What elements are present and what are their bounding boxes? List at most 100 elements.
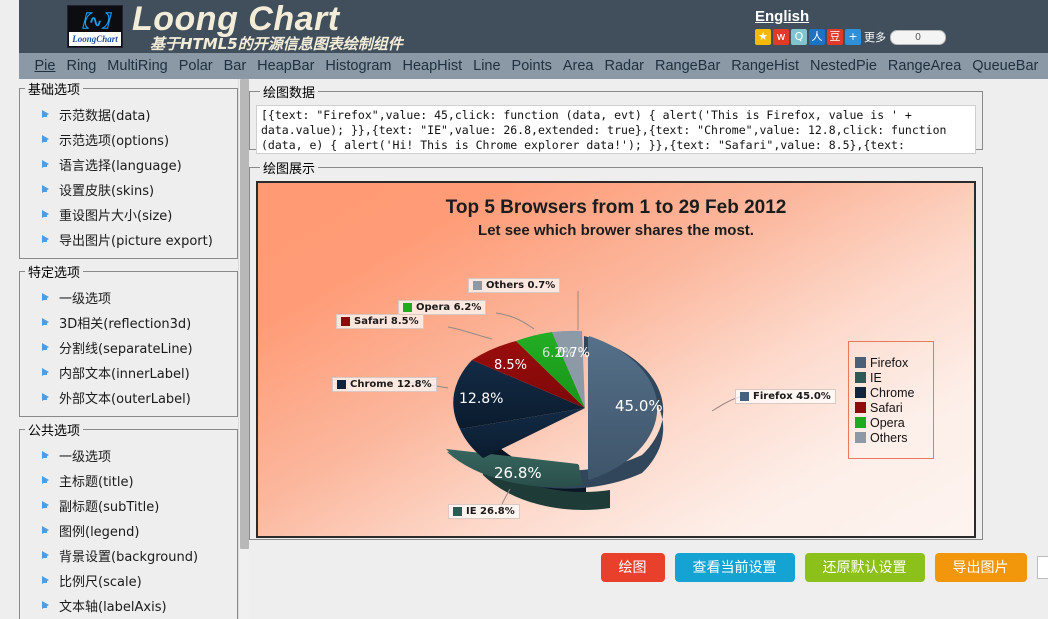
nav-item-heapbar[interactable]: HeapBar xyxy=(252,58,320,74)
sidebar-item-0-2[interactable]: 语言选择(language) xyxy=(20,152,237,177)
inner-label-chrome: 12.8% xyxy=(459,391,503,407)
sidebar-item-label: 语言选择(language) xyxy=(59,155,182,174)
legend-item-others[interactable]: Others xyxy=(855,431,927,445)
sidebar-item-2-3[interactable]: 图例(legend) xyxy=(20,518,237,543)
sidebar-item-1-1[interactable]: 3D相关(reflection3d) xyxy=(20,310,237,335)
legend-item-safari[interactable]: Safari xyxy=(855,401,927,415)
arrow-right-icon xyxy=(42,209,53,220)
arrow-right-icon xyxy=(42,550,53,561)
chart-title: Top 5 Browsers from 1 to 29 Feb 2012 xyxy=(258,197,974,219)
sidebar-item-label: 文本轴(labelAxis) xyxy=(59,596,167,615)
loongchart-logo-icon: 〖∿〗 xyxy=(68,6,122,32)
nav-item-rangebar[interactable]: RangeBar xyxy=(650,58,726,74)
nav-item-radar[interactable]: Radar xyxy=(599,58,650,74)
nav-item-polar[interactable]: Polar xyxy=(173,58,218,74)
nav-item-points[interactable]: Points xyxy=(506,58,557,74)
nav-item-histogram[interactable]: Histogram xyxy=(320,58,397,74)
legend-item-chrome[interactable]: Chrome xyxy=(855,386,927,400)
sidebar-group-0: 基础选项示范数据(data)示范选项(options)语言选择(language… xyxy=(19,79,238,259)
site-header: 〖∿〗 LoongChart Loong Chart 基于HTML5的开源信息图… xyxy=(19,0,1048,53)
share-plus-icon[interactable]: + xyxy=(845,29,861,45)
sidebar-scrollbar-thumb[interactable] xyxy=(240,79,249,549)
legend-item-opera[interactable]: Opera xyxy=(855,416,927,430)
douban-icon[interactable]: 豆 xyxy=(827,29,843,45)
swatch-opera-icon xyxy=(403,303,412,312)
nav-item-area[interactable]: Area xyxy=(557,58,599,74)
chart-canvas[interactable]: Top 5 Browsers from 1 to 29 Feb 2012 Let… xyxy=(256,181,976,538)
nav-item-line[interactable]: Line xyxy=(468,58,506,74)
arrow-right-icon xyxy=(42,292,53,303)
legend-item-label: Safari xyxy=(870,401,903,415)
chart-legend[interactable]: FirefoxIEChromeSafariOperaOthers xyxy=(848,341,934,459)
share-more-label[interactable]: 更多 xyxy=(864,29,886,45)
sidebar-item-0-5[interactable]: 导出图片(picture export) xyxy=(20,227,237,252)
sidebar-item-1-0[interactable]: 一级选项 xyxy=(20,285,237,310)
arrow-right-icon xyxy=(42,342,53,353)
arrow-right-icon xyxy=(42,134,53,145)
sidebar-item-label: 外部文本(outerLabel) xyxy=(59,388,191,407)
nav-item-heaphist[interactable]: HeapHist xyxy=(397,58,468,74)
sidebar-item-1-2[interactable]: 分割线(separateLine) xyxy=(20,335,237,360)
sidebar-item-2-4[interactable]: 背景设置(background) xyxy=(20,543,237,568)
sina-weibo-icon[interactable]: w xyxy=(773,29,789,45)
nav-item-bar[interactable]: Bar xyxy=(218,58,252,74)
nav-item-rangearea[interactable]: RangeArea xyxy=(882,58,966,74)
sidebar-item-label: 分割线(separateLine) xyxy=(59,338,193,357)
swatch-safari-icon xyxy=(341,317,350,326)
swatch-firefox-icon xyxy=(740,392,749,401)
options-sidebar: 基础选项示范数据(data)示范选项(options)语言选择(language… xyxy=(19,79,238,619)
sidebar-scrollbar[interactable] xyxy=(238,79,249,619)
outer-label-chrome-text: Chrome 12.8% xyxy=(350,379,432,390)
outer-label-others-text: Others 0.7% xyxy=(486,280,555,291)
legend-swatch-icon xyxy=(855,432,866,443)
sidebar-group-2: 公共选项一级选项主标题(title)副标题(subTitle)图例(legend… xyxy=(19,420,238,619)
outer-label-safari-text: Safari 8.5% xyxy=(354,316,419,327)
sidebar-item-0-0[interactable]: 示范数据(data) xyxy=(20,102,237,127)
sidebar-item-2-6[interactable]: 文本轴(labelAxis) xyxy=(20,593,237,618)
sidebar-item-2-0[interactable]: 一级选项 xyxy=(20,443,237,468)
share-count: 0 xyxy=(890,30,946,45)
qzone-icon[interactable]: Q xyxy=(791,29,807,45)
chart-subtitle: Let see which brower shares the most. xyxy=(258,222,974,239)
arrow-right-icon xyxy=(42,392,53,403)
sidebar-item-2-5[interactable]: 比例尺(scale) xyxy=(20,568,237,593)
sidebar-item-2-1[interactable]: 主标题(title) xyxy=(20,468,237,493)
nav-item-nestedpie[interactable]: NestedPie xyxy=(805,58,883,74)
sidebar-item-label: 比例尺(scale) xyxy=(59,571,142,590)
arrow-right-icon xyxy=(42,159,53,170)
chart-type-navbar: PieRingMultiRingPolarBarHeapBarHistogram… xyxy=(19,53,1048,79)
legend-item-firefox[interactable]: Firefox xyxy=(855,356,927,370)
pie-graphic[interactable]: Others 0.7% Opera 6.2% Safari 8.5% xyxy=(320,253,770,533)
inner-label-ie: 26.8% xyxy=(494,464,542,482)
logo[interactable]: 〖∿〗 LoongChart xyxy=(67,5,123,48)
nav-item-rangehist[interactable]: RangeHist xyxy=(726,58,805,74)
sidebar-item-1-3[interactable]: 内部文本(innerLabel) xyxy=(20,360,237,385)
nav-item-ring[interactable]: Ring xyxy=(61,58,102,74)
sidebar-item-0-3[interactable]: 设置皮肤(skins) xyxy=(20,177,237,202)
renren-icon[interactable]: 人 xyxy=(809,29,825,45)
export-image-button[interactable]: 导出图片 xyxy=(935,553,1027,582)
nav-item-queuebar[interactable]: QueueBar xyxy=(967,58,1044,74)
nav-item-pie[interactable]: Pie xyxy=(29,58,61,74)
chart-data-textarea[interactable] xyxy=(256,105,976,154)
app-root: 〖∿〗 LoongChart Loong Chart 基于HTML5的开源信息图… xyxy=(0,0,1048,619)
sidebar-item-0-1[interactable]: 示范选项(options) xyxy=(20,127,237,152)
sidebar-item-2-2[interactable]: 副标题(subTitle) xyxy=(20,493,237,518)
legend-item-label: IE xyxy=(870,371,882,385)
legend-item-ie[interactable]: IE xyxy=(855,371,927,385)
sidebar-item-1-4[interactable]: 外部文本(outerLabel) xyxy=(20,385,237,410)
sidebar-item-0-4[interactable]: 重设图片大小(size) xyxy=(20,202,237,227)
view-settings-button[interactable]: 查看当前设置 xyxy=(675,553,795,582)
arrow-right-icon xyxy=(42,600,53,611)
outer-label-safari: Safari 8.5% xyxy=(336,314,424,329)
favorite-star-icon[interactable]: ★ xyxy=(755,29,771,45)
language-link-english[interactable]: English xyxy=(755,8,809,25)
reset-settings-button[interactable]: 还原默认设置 xyxy=(805,553,925,582)
nav-item-multiring[interactable]: MultiRing xyxy=(102,58,173,74)
nav-item-queuehist[interactable]: QueueHist xyxy=(1044,58,1048,74)
draw-button[interactable]: 绘图 xyxy=(601,553,665,582)
sidebar-item-label: 内部文本(innerLabel) xyxy=(59,363,190,382)
arrow-right-icon xyxy=(42,500,53,511)
export-name-input[interactable] xyxy=(1037,556,1048,579)
sidebar-item-label: 示范选项(options) xyxy=(59,130,169,149)
